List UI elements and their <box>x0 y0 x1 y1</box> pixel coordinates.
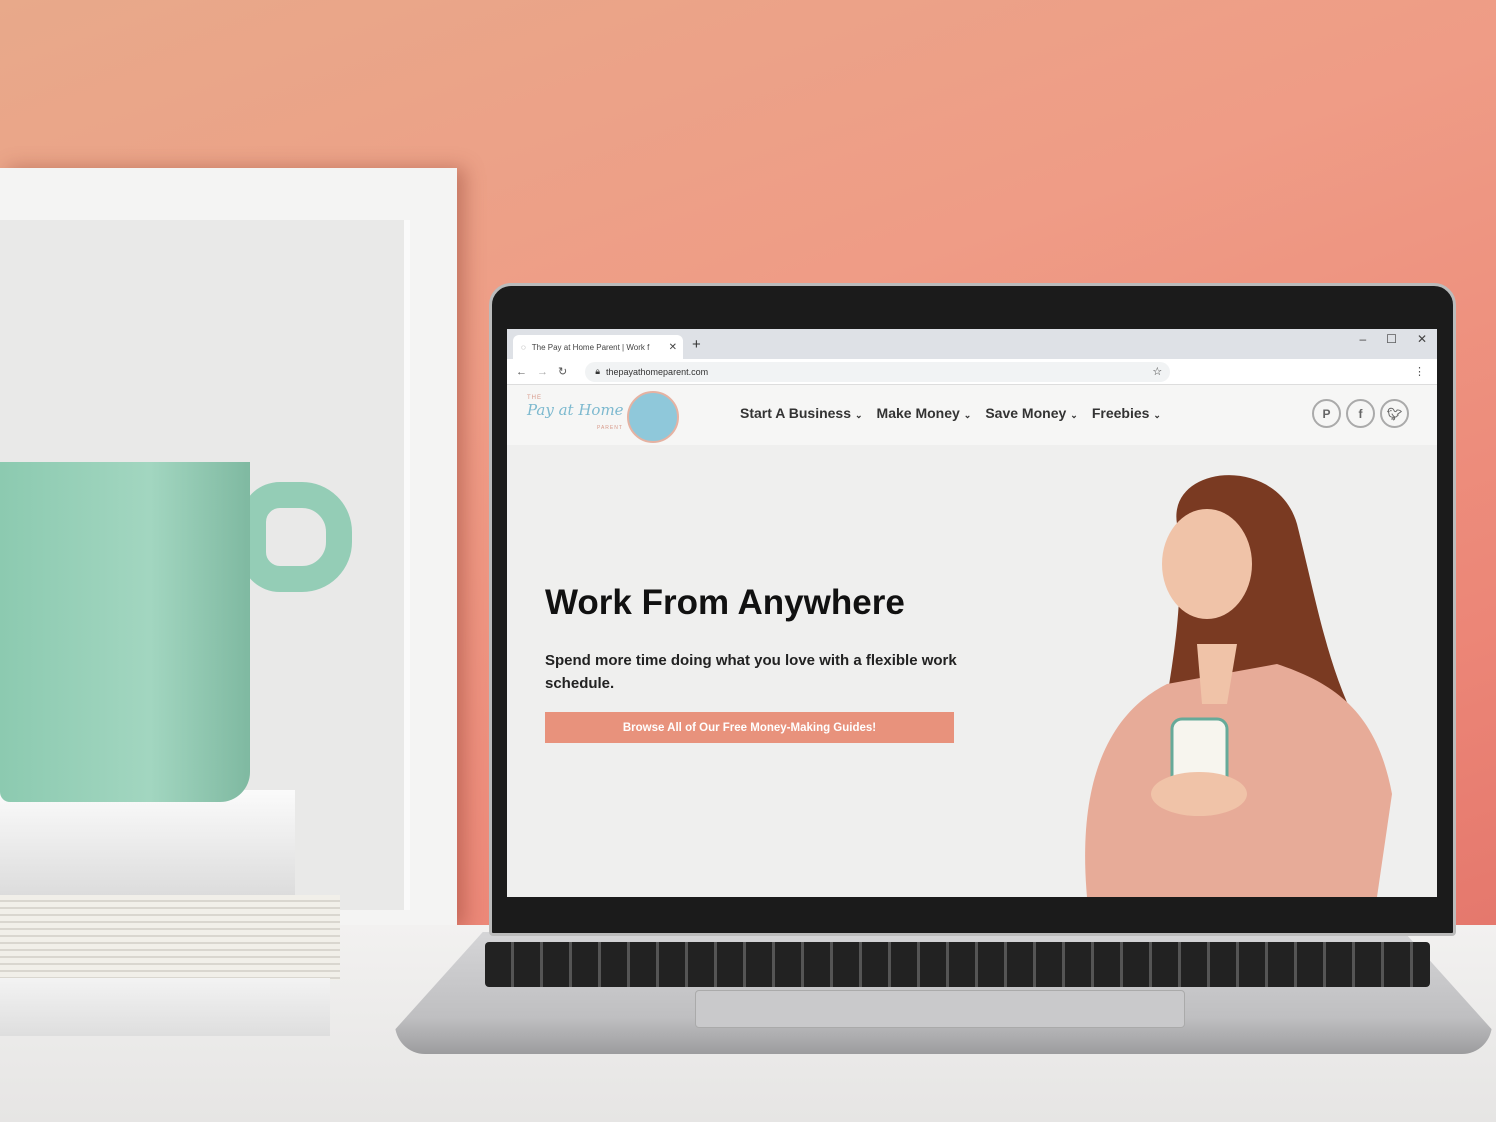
address-bar-row: ← → ↻ 🔒︎ thepayathomeparent.com ☆ <box>507 359 1437 385</box>
reload-icon[interactable]: ↻ <box>558 365 567 378</box>
close-tab-icon[interactable]: ✕ <box>669 342 677 353</box>
chevron-down-icon: ⌄ <box>855 410 863 420</box>
tab-title: The Pay at Home Parent | Work f <box>531 342 650 352</box>
mug-handle <box>240 482 352 592</box>
site-logo[interactable]: THE Pay at Home PARENT <box>525 391 685 443</box>
close-window-button[interactable]: ✕ <box>1417 332 1427 346</box>
forward-icon[interactable]: → <box>537 366 548 378</box>
twitter-icon[interactable]: 🐦︎ <box>1380 399 1409 428</box>
chevron-down-icon: ⌄ <box>1153 410 1161 420</box>
book <box>0 895 340 980</box>
nav-freebies[interactable]: Freebies ⌄ <box>1092 405 1161 421</box>
pinterest-icon[interactable]: P <box>1312 399 1341 428</box>
new-tab-button[interactable]: + <box>692 336 701 353</box>
hero-title: Work From Anywhere <box>545 583 905 622</box>
nav-label: Freebies <box>1091 405 1150 421</box>
browse-guides-button[interactable]: Browse All of Our Free Money-Making Guid… <box>545 712 954 743</box>
hero-subtitle: Spend more time doing what you love with… <box>545 652 957 692</box>
nav-save-money[interactable]: Save Money ⌄ <box>985 405 1077 421</box>
favicon-icon: ◌ <box>521 342 526 352</box>
chevron-down-icon: ⌄ <box>963 410 972 420</box>
browser-tab[interactable]: ◌ The Pay at Home Parent | Work f ✕ <box>513 335 683 359</box>
woman-with-mug-photo <box>1085 475 1392 897</box>
nav-label: Make Money <box>876 405 960 421</box>
mint-mug <box>0 462 250 802</box>
lock-icon: 🔒︎ <box>595 366 601 376</box>
url-field[interactable]: 🔒︎ thepayathomeparent.com ☆ <box>585 361 1171 382</box>
nav-label: Start A Business <box>740 405 851 421</box>
logo-name: Pay at Home <box>527 401 624 419</box>
logo-mother-child-icon <box>627 391 679 443</box>
maximize-button[interactable]: ☐ <box>1386 332 1397 346</box>
facebook-icon[interactable]: f <box>1346 399 1375 428</box>
browser-menu-icon[interactable]: ⋮ <box>1414 365 1425 378</box>
nav-make-money[interactable]: Make Money ⌄ <box>877 405 972 421</box>
book <box>0 790 295 898</box>
logo-parent: PARENT <box>597 425 623 431</box>
minimize-button[interactable]: – <box>1359 332 1366 346</box>
browser-tab-bar: ◌ The Pay at Home Parent | Work f ✕ + – … <box>507 329 1437 359</box>
nav-label: Save Money <box>985 405 1067 421</box>
chevron-down-icon: ⌄ <box>1070 410 1078 420</box>
nav-start-a-business[interactable]: Start A Business ⌄ <box>740 405 863 421</box>
bookmark-star-icon[interactable]: ☆ <box>1152 365 1162 378</box>
keyboard <box>485 942 1430 987</box>
url-text: thepayathomeparent.com <box>606 366 709 377</box>
laptop-screen: ◌ The Pay at Home Parent | Work f ✕ + – … <box>507 329 1437 897</box>
back-icon[interactable]: ← <box>516 366 527 378</box>
trackpad <box>695 990 1185 1028</box>
site-header: THE Pay at Home PARENT Start A Business ⌄… <box>507 385 1437 445</box>
book <box>0 978 330 1036</box>
